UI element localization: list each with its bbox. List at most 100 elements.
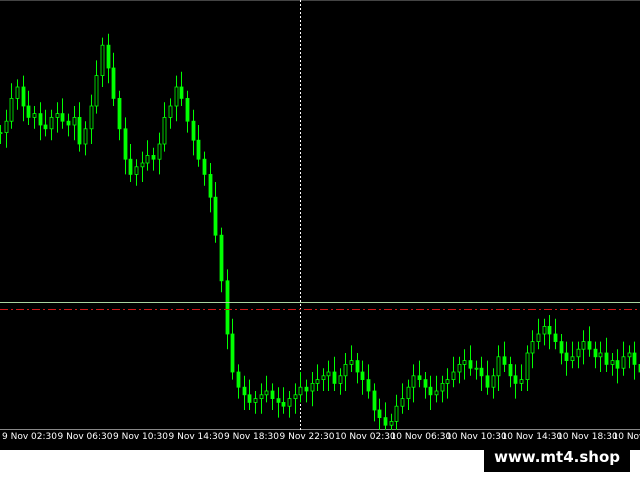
candle-body: [564, 352, 569, 361]
candle-body: [287, 398, 292, 407]
candle: [83, 121, 88, 156]
candle: [55, 102, 60, 133]
candle-body: [474, 367, 479, 370]
candle-body: [513, 375, 518, 384]
watermark: www.mt4.shop: [484, 443, 630, 472]
candle: [21, 75, 26, 122]
x-tick-label: 10 Nov 10:30: [446, 432, 507, 442]
candle-body: [60, 113, 65, 122]
candle: [332, 356, 337, 391]
candle-body: [587, 341, 592, 350]
candle: [491, 368, 496, 399]
candle: [411, 364, 416, 403]
candle: [428, 375, 433, 410]
candle: [123, 117, 128, 175]
candle-body: [525, 352, 530, 381]
candle: [32, 106, 37, 129]
candle: [230, 318, 235, 380]
candle: [451, 356, 456, 388]
candle-body: [542, 325, 547, 335]
candle-body: [559, 341, 564, 354]
candle: [60, 98, 65, 129]
candle: [496, 345, 501, 391]
candle-body: [66, 120, 71, 126]
candle: [394, 394, 399, 430]
candle: [389, 413, 394, 430]
candle: [457, 356, 462, 384]
candle: [615, 349, 620, 384]
candle-body: [83, 128, 88, 145]
candle: [298, 372, 303, 403]
x-tick-label: 10 Nov 06:30: [390, 432, 452, 442]
candle: [400, 383, 405, 414]
candle-body: [598, 352, 603, 358]
x-tick-label: 9 Nov 10:30: [113, 432, 168, 442]
candle: [349, 345, 354, 372]
candle-body: [72, 117, 77, 126]
candle: [434, 375, 439, 403]
candle-body: [496, 356, 501, 377]
candle-body: [202, 158, 207, 175]
candle: [72, 106, 77, 141]
candle-body: [89, 105, 94, 130]
candle-body: [451, 371, 456, 380]
candle-body: [593, 348, 598, 358]
candle-body: [225, 280, 230, 335]
candle: [355, 353, 360, 384]
candle: [542, 318, 547, 346]
candle-body: [428, 386, 433, 396]
candle-body: [423, 379, 428, 388]
candle-body: [270, 390, 275, 399]
candle-body: [366, 379, 371, 392]
candle: [315, 364, 320, 391]
candle: [145, 140, 150, 171]
candle-body: [106, 44, 111, 69]
candle: [38, 102, 43, 141]
candle: [525, 345, 530, 391]
candle-body: [326, 371, 331, 377]
candle: [213, 182, 218, 243]
candle: [423, 372, 428, 399]
candle-body: [38, 113, 43, 126]
price-chart[interactable]: [0, 0, 640, 430]
candle: [191, 109, 196, 156]
candle: [259, 383, 264, 414]
candle: [168, 98, 173, 129]
candle-body: [117, 98, 122, 130]
candle-body: [355, 360, 360, 373]
candle-body: [49, 117, 54, 130]
candle-body: [530, 341, 535, 354]
candle-body: [123, 128, 128, 160]
candle-body: [140, 162, 145, 168]
candle: [310, 372, 315, 407]
candle: [587, 326, 592, 357]
candle-body: [485, 375, 490, 388]
candle: [4, 109, 9, 148]
chart-canvas[interactable]: [0, 0, 640, 430]
candle: [383, 402, 388, 430]
candle-body: [191, 120, 196, 141]
candle-body: [77, 117, 82, 145]
candle-body: [349, 360, 354, 365]
candle: [372, 383, 377, 422]
candle: [502, 341, 507, 372]
candle-body: [360, 371, 365, 380]
candle: [242, 375, 247, 410]
candle-body: [383, 417, 388, 426]
candle-body: [615, 360, 620, 369]
candle-body: [26, 105, 31, 118]
candle: [440, 375, 445, 403]
candle-body: [553, 333, 558, 342]
candle-body: [417, 375, 422, 380]
candle: [293, 383, 298, 414]
candle-body: [55, 113, 60, 118]
candle-body: [468, 360, 473, 369]
candle-body: [627, 352, 632, 358]
candle-body: [462, 360, 467, 365]
candle-body: [293, 394, 298, 399]
candle-body: [377, 409, 382, 418]
x-tick-label: 10 Nov 18:30: [557, 432, 618, 442]
candle-body: [536, 333, 541, 342]
candle: [485, 360, 490, 395]
candle-body: [179, 86, 184, 99]
